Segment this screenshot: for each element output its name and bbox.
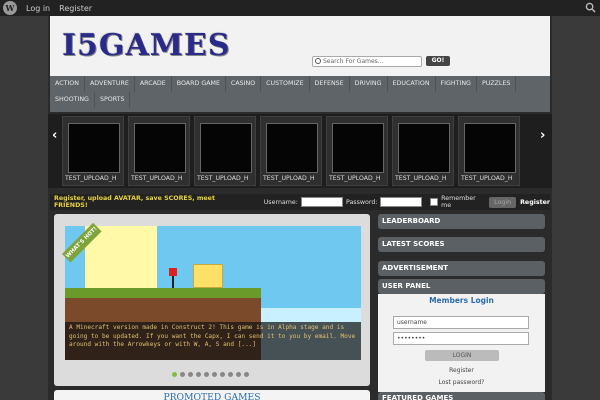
carousel-item[interactable]: TEST_UPLOAD_H xyxy=(458,116,520,186)
nav-item-board-game[interactable]: BOARD GAME xyxy=(172,76,226,92)
player-stick xyxy=(172,276,174,288)
game-thumbnail xyxy=(68,123,120,173)
carousel-track: TEST_UPLOAD_H TEST_UPLOAD_H TEST_UPLOAD_… xyxy=(62,116,538,186)
site-logo[interactable]: I5GAMES xyxy=(62,28,231,63)
login-button[interactable]: Login xyxy=(489,196,517,208)
carousel-item[interactable]: TEST_UPLOAD_H xyxy=(392,116,454,186)
nav-item-puzzles[interactable]: PUZZLES xyxy=(477,76,517,92)
carousel-item[interactable]: TEST_UPLOAD_H xyxy=(326,116,388,186)
game-title: TEST_UPLOAD_H xyxy=(197,175,249,182)
game-title: TEST_UPLOAD_H xyxy=(395,175,447,182)
search-go-button[interactable]: GO! xyxy=(426,56,450,66)
search-icon[interactable] xyxy=(585,2,596,13)
admin-login-link[interactable]: Log in xyxy=(26,4,50,13)
carousel-prev-icon[interactable]: ‹ xyxy=(52,128,57,143)
admin-register-link[interactable]: Register xyxy=(59,4,92,13)
player-sprite xyxy=(169,268,177,276)
category-nav: ACTION ADVENTURE ARCADE BOARD GAME CASIN… xyxy=(50,76,550,112)
members-login-title: Members Login xyxy=(429,296,494,305)
admin-bar: W Log in Register xyxy=(0,0,600,16)
promoted-games-header: PROMOTED GAMES xyxy=(54,390,370,400)
carousel-item[interactable]: TEST_UPLOAD_H xyxy=(260,116,322,186)
slider-dot[interactable] xyxy=(220,372,225,377)
slider-dot[interactable] xyxy=(180,372,185,377)
slider-pagination xyxy=(172,372,249,377)
game-carousel: ‹ TEST_UPLOAD_H TEST_UPLOAD_H TEST_UPLOA… xyxy=(48,114,552,188)
game-thumbnail xyxy=(332,123,384,173)
password-label: Password: xyxy=(345,198,378,206)
game-title: TEST_UPLOAD_H xyxy=(461,175,513,182)
remember-me-label: Remember me xyxy=(441,195,476,209)
promoted-games-title: PROMOTED GAMES xyxy=(163,392,261,400)
featured-games-header[interactable]: FEATURED GAMES xyxy=(378,392,545,400)
slider-dot[interactable] xyxy=(236,372,241,377)
username-field[interactable] xyxy=(300,197,343,207)
panel-register-link[interactable]: Register xyxy=(378,367,545,374)
lost-password-link[interactable]: Lost password? xyxy=(378,379,545,386)
wordpress-logo-icon[interactable]: W xyxy=(3,1,17,15)
password-field[interactable] xyxy=(380,197,423,207)
game-title: TEST_UPLOAD_H xyxy=(131,175,183,182)
nav-item-education[interactable]: EDUCATION xyxy=(388,76,436,92)
slider-dot[interactable] xyxy=(204,372,209,377)
remember-me-checkbox[interactable] xyxy=(430,198,439,206)
login-strip: Register, upload AVATAR, save SCORES, me… xyxy=(50,194,550,210)
nav-item-defense[interactable]: DEFENSE xyxy=(310,76,350,92)
nav-item-casino[interactable]: CASINO xyxy=(226,76,262,92)
site-header: I5GAMES Search For Games... GO! xyxy=(50,16,550,76)
featured-slider: WHAT'S HOT! A Minecraft version made in … xyxy=(54,214,370,386)
nav-item-customize[interactable]: CUSTOMIZE xyxy=(261,76,310,92)
register-promo-text[interactable]: Register, upload AVATAR, save SCORES, me… xyxy=(54,195,240,209)
nav-item-sports[interactable]: SPORTS xyxy=(95,92,131,108)
game-title: TEST_UPLOAD_H xyxy=(65,175,117,182)
panel-username-input[interactable]: username xyxy=(393,316,529,329)
nav-item-action[interactable]: ACTION xyxy=(50,76,85,92)
slider-dot[interactable] xyxy=(172,372,177,377)
search-input[interactable]: Search For Games... xyxy=(312,56,422,67)
game-title: TEST_UPLOAD_H xyxy=(329,175,381,182)
carousel-item[interactable]: TEST_UPLOAD_H xyxy=(128,116,190,186)
game-thumbnail xyxy=(464,123,516,173)
search-icon xyxy=(315,58,321,64)
carousel-item[interactable]: TEST_UPLOAD_H xyxy=(62,116,124,186)
user-panel: Members Login username •••••••• LOGIN Re… xyxy=(378,294,545,392)
advertisement-header: ADVERTISEMENT xyxy=(378,261,545,276)
slider-dot[interactable] xyxy=(244,372,249,377)
nav-item-driving[interactable]: DRIVING xyxy=(350,76,388,92)
game-thumbnail xyxy=(398,123,450,173)
leaderboard-header[interactable]: LEADERBOARD xyxy=(378,214,545,229)
carousel-item[interactable]: TEST_UPLOAD_H xyxy=(194,116,256,186)
panel-login-button[interactable]: LOGIN xyxy=(425,350,499,361)
yellow-block xyxy=(193,264,223,288)
slider-dot[interactable] xyxy=(228,372,233,377)
slider-dot[interactable] xyxy=(212,372,217,377)
game-thumbnail xyxy=(200,123,252,173)
user-panel-header[interactable]: USER PANEL xyxy=(378,279,545,294)
nav-item-arcade[interactable]: ARCADE xyxy=(135,76,172,92)
grass-strip xyxy=(65,288,261,298)
carousel-next-icon[interactable]: › xyxy=(540,128,545,143)
nav-item-adventure[interactable]: ADVENTURE xyxy=(85,76,135,92)
panel-password-input[interactable]: •••••••• xyxy=(393,332,529,345)
slider-dot[interactable] xyxy=(196,372,201,377)
register-link[interactable]: Register xyxy=(520,199,550,206)
latest-scores-header[interactable]: LATEST SCORES xyxy=(378,237,545,252)
game-thumbnail xyxy=(266,123,318,173)
game-title: TEST_UPLOAD_H xyxy=(263,175,315,182)
page-wrapper: I5GAMES Search For Games... GO! ACTION A… xyxy=(48,16,552,400)
search-placeholder: Search For Games... xyxy=(323,58,384,65)
nav-item-fighting[interactable]: FIGHTING xyxy=(436,76,477,92)
game-thumbnail xyxy=(134,123,186,173)
featured-game-description[interactable]: A Minecraft version made in Construct 2!… xyxy=(65,322,361,360)
nav-item-shooting[interactable]: SHOOTING xyxy=(50,92,95,108)
username-label: Username: xyxy=(263,198,298,206)
slider-dot[interactable] xyxy=(188,372,193,377)
